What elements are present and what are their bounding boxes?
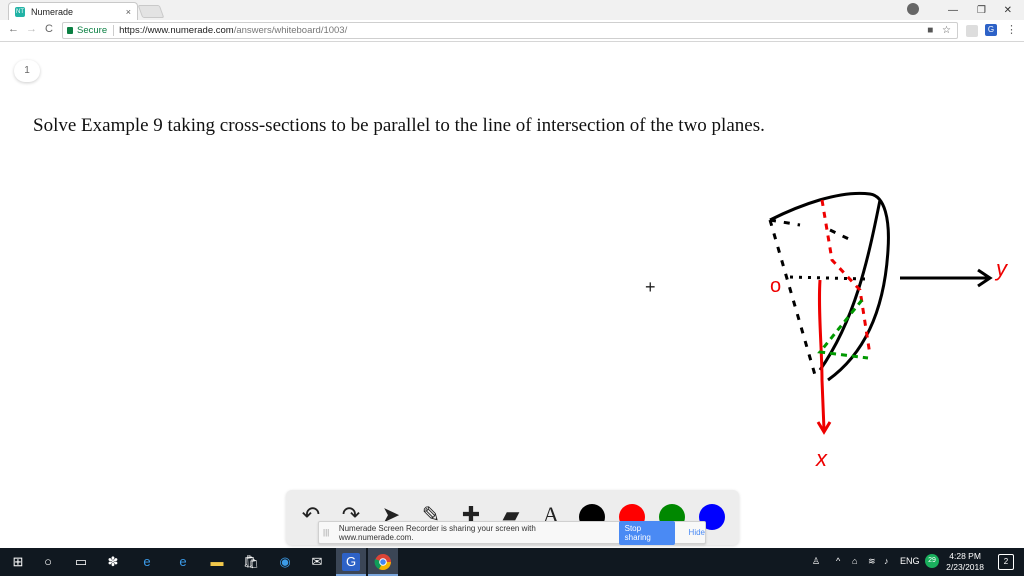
task-view-icon[interactable]: ▭ (72, 553, 90, 571)
restore-button[interactable]: ❐ (977, 0, 986, 20)
file-explorer-icon[interactable]: ▬ (208, 553, 226, 571)
crosshair-cursor-icon: + (645, 277, 656, 297)
dome-top-dash (769, 218, 856, 244)
language-indicator[interactable]: ENG (900, 556, 920, 566)
stop-sharing-button[interactable]: Stop sharing (618, 520, 675, 545)
center-dash (789, 275, 866, 281)
search-icon[interactable]: ○ (39, 553, 57, 571)
chrome-menu-icon[interactable]: ⋮ (1006, 23, 1017, 36)
screen: NT Numerade × — ❐ ✕ ← → C Secure https:/… (0, 0, 1024, 576)
clock-time: 4:28 PM (949, 551, 981, 561)
chrome-icon[interactable] (374, 553, 392, 571)
tray-chevron-icon[interactable]: ^ (836, 556, 840, 566)
problem-statement: Solve Example 9 taking cross-sections to… (33, 115, 765, 136)
reload-button[interactable]: C (45, 23, 53, 35)
extension-g-icon[interactable]: G (985, 24, 997, 36)
camera-icon[interactable]: ■ (927, 25, 933, 36)
dome-back-edge (768, 219, 817, 376)
profile-avatar-icon[interactable] (907, 3, 919, 15)
windows-taskbar: ⊞ ○ ▭ ✽ e e ▬ 🛍 ◉ ✉ G ♙ ^ ⌂ ≋ ♪ ENG 29 4… (0, 548, 1024, 576)
taskbar-clock[interactable]: 4:28 PM 2/23/2018 (946, 551, 984, 573)
address-bar[interactable]: Secure https://www.numerade.com /answers… (62, 22, 958, 39)
app-badge[interactable]: 29 (925, 554, 939, 568)
notification-center-icon[interactable]: 2 (998, 554, 1014, 570)
close-window-button[interactable]: ✕ (1004, 0, 1012, 20)
tab-strip: NT Numerade × — ❐ ✕ (0, 0, 1024, 20)
omnibox-divider (113, 25, 115, 36)
start-icon[interactable]: ⊞ (9, 553, 27, 571)
dome-outline (769, 191, 890, 382)
screen-recorder-banner: ||| Numerade Screen Recorder is sharing … (318, 520, 706, 545)
forward-button[interactable]: → (26, 23, 37, 35)
browser-toolbar: ← → C Secure https://www.numerade.com /a… (0, 20, 1024, 42)
store-icon[interactable]: 🛍 (242, 553, 260, 571)
secure-label: Secure (77, 25, 108, 36)
bookmark-star-icon[interactable]: ☆ (942, 25, 951, 36)
back-button[interactable]: ← (8, 23, 19, 35)
x-axis-line (817, 279, 826, 431)
app-blue-circle-icon[interactable]: ◉ (276, 553, 294, 571)
dome-front-edge (818, 199, 882, 371)
mail-icon[interactable]: ✉ (308, 553, 326, 571)
url-path: /answers/whiteboard/1003/ (233, 25, 348, 36)
omnibox-actions: ■ ☆ (927, 25, 951, 36)
pinwheel-app-icon[interactable]: ✽ (104, 553, 122, 571)
x-axis-label: x (815, 446, 828, 471)
hide-button[interactable]: Hide (689, 528, 705, 537)
edge-icon[interactable]: e (138, 553, 156, 571)
minimize-button[interactable]: — (948, 0, 958, 20)
volume-icon[interactable]: ♪ (884, 556, 889, 566)
drag-grip-icon[interactable]: ||| (323, 528, 331, 537)
hand-drawn-sketch: o y x (768, 191, 1009, 471)
tab-title: Numerade (31, 6, 74, 17)
y-axis-label: y (994, 256, 1009, 281)
ie-icon[interactable]: e (174, 553, 192, 571)
network-icon[interactable]: ⌂ (852, 556, 857, 566)
origin-label: o (770, 275, 781, 297)
url-host: https://www.numerade.com (119, 25, 234, 36)
wifi-icon[interactable]: ≋ (868, 556, 876, 567)
recorder-message: Numerade Screen Recorder is sharing your… (338, 523, 536, 542)
new-tab-button[interactable] (137, 5, 165, 18)
page-number-badge[interactable]: 1 (14, 60, 40, 82)
app-g-icon[interactable]: G (342, 553, 360, 571)
clock-date: 2/23/2018 (946, 562, 984, 572)
lock-icon (67, 27, 73, 34)
tab-close-icon[interactable]: × (126, 7, 131, 17)
tab-numerade[interactable]: NT Numerade × (8, 2, 138, 20)
people-icon[interactable]: ♙ (812, 556, 820, 567)
extension-blank-icon[interactable] (966, 25, 978, 37)
numerade-favicon-icon: NT (15, 6, 25, 17)
